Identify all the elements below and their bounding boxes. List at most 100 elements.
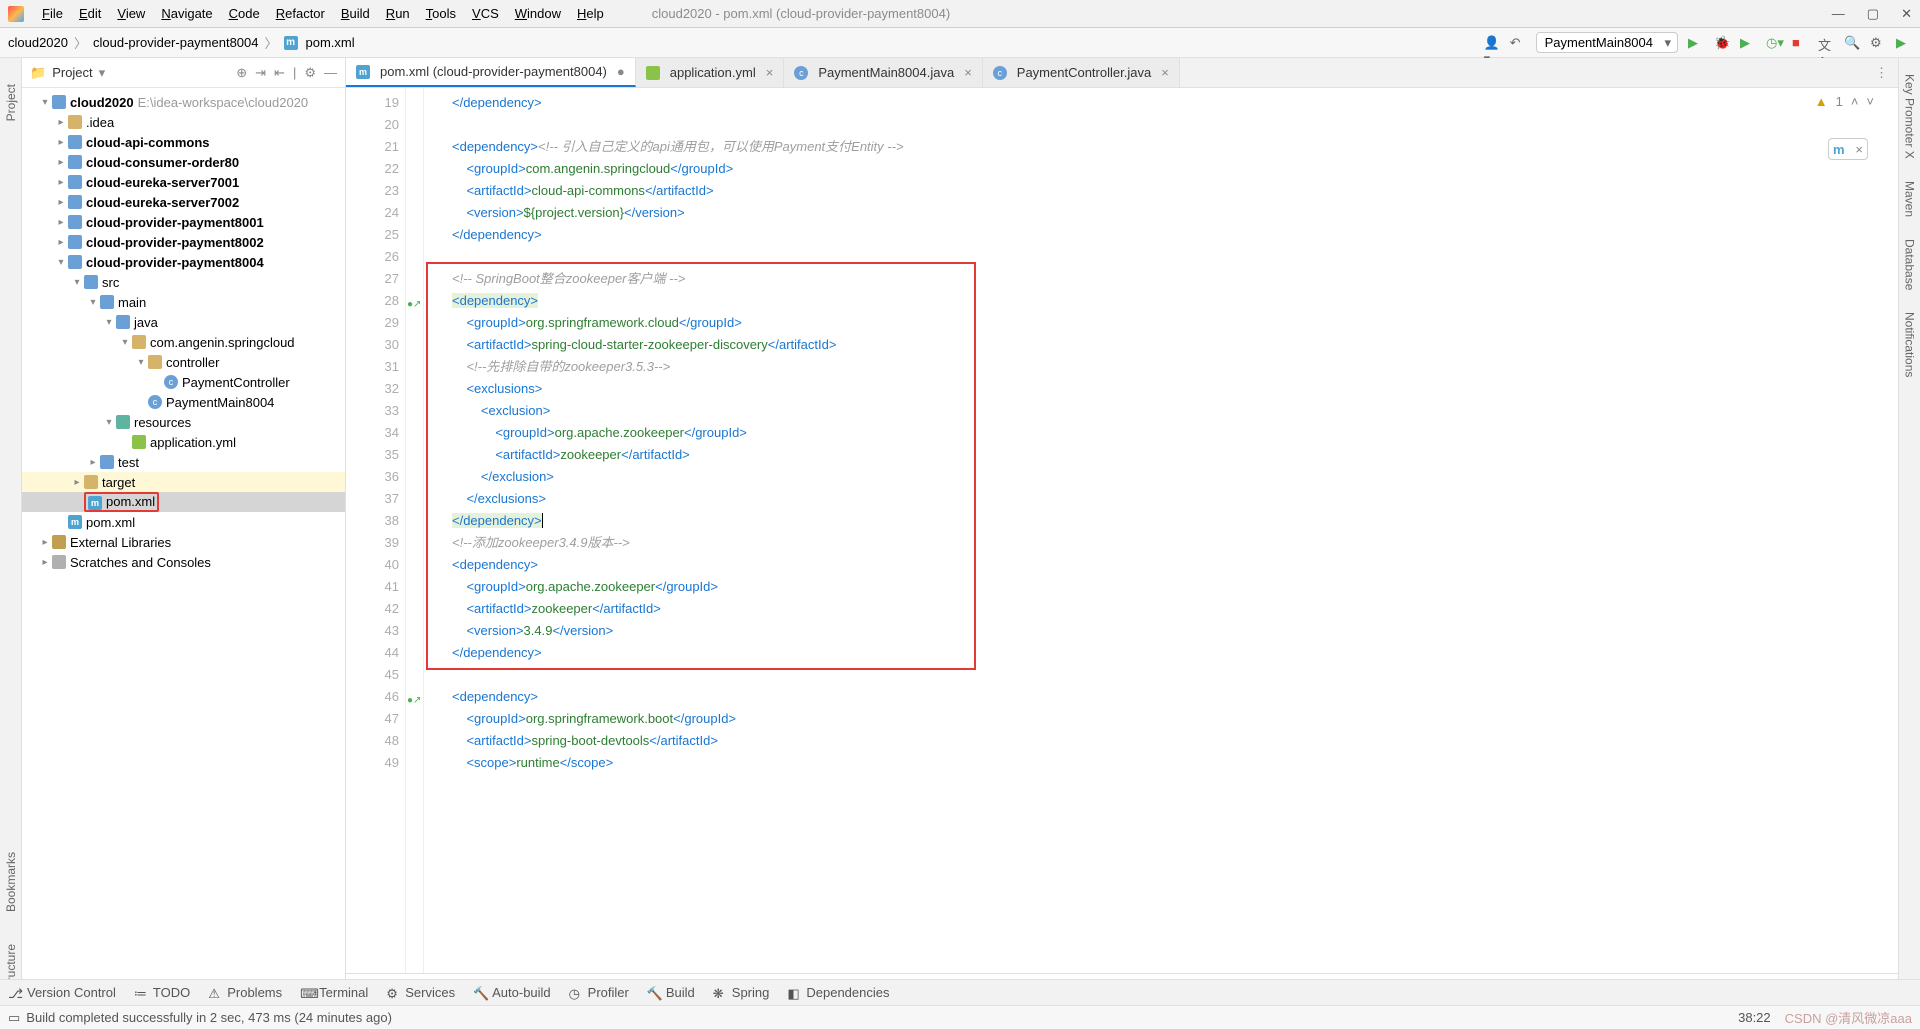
chevron-down-icon[interactable]: ▾ [86,297,100,308]
line-number[interactable]: 23 [346,180,399,202]
toolwindow-version-control[interactable]: ⎇Version Control [8,985,116,1000]
chevron-down-icon[interactable]: ▾ [54,257,68,268]
line-number[interactable]: 46●↗ [346,686,399,708]
debug-icon[interactable]: 🐞 [1714,35,1730,51]
tree-row[interactable]: ▸Scratches and Consoles [22,552,345,572]
menu-tools[interactable]: Tools [418,6,464,21]
collapse-all-icon[interactable]: ⇤ [274,65,285,81]
maximize-icon[interactable]: ▢ [1867,6,1879,22]
add-user-icon[interactable]: 👤▾ [1484,35,1500,51]
code-line[interactable]: <!-- SpringBoot整合zookeeper客户端 --> [452,268,1898,290]
run-icon[interactable]: ▶ [1688,35,1704,51]
dirty-indicator-icon[interactable]: ● [617,64,625,79]
chevron-right-icon[interactable]: ▸ [54,217,68,228]
code-line[interactable] [452,664,1898,686]
code-line[interactable]: <dependency><!-- 引入自己定义的api通用包，可以使用Payme… [452,136,1898,158]
stripe-bookmarks[interactable]: Bookmarks [4,846,18,918]
close-icon[interactable]: ✕ [1901,6,1912,22]
code-line[interactable]: </dependency> [452,92,1898,114]
close-tab-icon[interactable]: × [964,65,972,80]
code-line[interactable]: <artifactId>spring-boot-devtools</artifa… [452,730,1898,752]
tree-row[interactable]: ▾cloud-provider-payment8004 [22,252,345,272]
chevron-down-icon[interactable]: ▾ [102,317,116,328]
code-line[interactable]: <artifactId>zookeeper</artifactId> [452,598,1898,620]
tree-row[interactable]: ▾src [22,272,345,292]
tree-row[interactable]: ▸cloud-eureka-server7001 [22,172,345,192]
stripe-notifications[interactable]: Notifications [1903,306,1917,383]
tree-row[interactable]: ▸test [22,452,345,472]
search-icon[interactable]: 🔍 [1844,35,1860,51]
chevron-right-icon[interactable]: ▸ [54,117,68,128]
line-number[interactable]: 25 [346,224,399,246]
close-tab-icon[interactable]: × [766,65,774,80]
code-line[interactable]: </exclusion> [452,466,1898,488]
line-number[interactable]: 32 [346,378,399,400]
tree-row[interactable]: ▾main [22,292,345,312]
code-line[interactable]: <groupId>org.apache.zookeeper</groupId> [452,422,1898,444]
tree-row[interactable]: mpom.xml [22,512,345,532]
code-line[interactable]: <version>${project.version}</version> [452,202,1898,224]
run-anything-icon[interactable]: ▶ [1896,35,1912,51]
code-line[interactable]: <version>3.4.9</version> [452,620,1898,642]
code-line[interactable]: <artifactId>cloud-api-commons</artifactI… [452,180,1898,202]
toolwindow-dependencies[interactable]: ◧Dependencies [787,985,889,1000]
line-number[interactable]: 45 [346,664,399,686]
tree-row[interactable]: ▸.idea [22,112,345,132]
editor-tab[interactable]: application.yml× [636,58,785,87]
tree-row[interactable]: cPaymentController [22,372,345,392]
editor-body[interactable]: 19202122232425262728●↗293031323334353637… [346,88,1898,973]
project-tree[interactable]: ▾cloud2020E:\idea-workspace\cloud2020▸.i… [22,88,345,999]
line-number[interactable]: 26 [346,246,399,268]
line-number[interactable]: 31 [346,356,399,378]
toolwindow-spring[interactable]: ❋Spring [713,985,770,1000]
code-line[interactable] [452,246,1898,268]
chevron-right-icon[interactable]: ▸ [38,557,52,568]
line-number[interactable]: 39 [346,532,399,554]
menu-run[interactable]: Run [378,6,418,21]
menu-vcs[interactable]: VCS [464,6,507,21]
code-line[interactable]: <groupId>org.apache.zookeeper</groupId> [452,576,1898,598]
code-line[interactable]: <!--添加zookeeper3.4.9版本--> [452,532,1898,554]
line-number[interactable]: 22 [346,158,399,180]
code-line[interactable]: <artifactId>zookeeper</artifactId> [452,444,1898,466]
close-tab-icon[interactable]: × [1161,65,1169,80]
back-arrow-icon[interactable]: ↶ [1510,35,1526,51]
code-line[interactable]: <!--先排除自带的zookeeper3.5.3--> [452,356,1898,378]
breadcrumb-part[interactable]: cloud2020 [8,35,68,50]
tree-row[interactable]: ▸cloud-api-commons [22,132,345,152]
translate-icon[interactable]: 文A [1818,35,1834,51]
chevron-down-icon[interactable]: ▾ [134,357,148,368]
editor-tab[interactable]: cPaymentMain8004.java× [784,58,982,87]
fold-gutter[interactable] [406,88,424,973]
line-number[interactable]: 42 [346,598,399,620]
code-line[interactable]: <groupId>com.angenin.springcloud</groupI… [452,158,1898,180]
code-line[interactable]: <exclusions> [452,378,1898,400]
locate-icon[interactable]: ⊕ [236,65,247,81]
line-number[interactable]: 27 [346,268,399,290]
stripe-database[interactable]: Database [1903,233,1917,296]
line-number[interactable]: 33 [346,400,399,422]
tree-row[interactable]: ▾controller [22,352,345,372]
toolwindow-profiler[interactable]: ◷Profiler [569,985,629,1000]
stop-icon[interactable]: ■ [1792,35,1808,51]
tree-row[interactable]: ▾com.angenin.springcloud [22,332,345,352]
hide-icon[interactable]: — [324,65,337,81]
tree-row[interactable]: ▸cloud-provider-payment8002 [22,232,345,252]
code-line[interactable] [452,114,1898,136]
toolwindow-terminal[interactable]: ⌨Terminal [300,985,368,1000]
stripe-project[interactable]: Project [4,78,18,127]
tree-row[interactable]: ▾cloud2020E:\idea-workspace\cloud2020 [22,92,345,112]
line-number[interactable]: 37 [346,488,399,510]
stripe-key-promoter[interactable]: Key Promoter X [1903,68,1917,165]
code-line[interactable]: <dependency> [452,290,1898,312]
line-number[interactable]: 19 [346,92,399,114]
inspection-widget[interactable]: ▲ 1 ˄ ˅ [1815,94,1874,109]
code-area[interactable]: </dependency> <dependency><!-- 引入自己定义的api… [424,88,1898,973]
code-line[interactable]: <exclusion> [452,400,1898,422]
code-line[interactable]: <scope>runtime</scope> [452,752,1898,774]
gear-icon[interactable]: ⚙ [304,65,316,81]
coverage-icon[interactable]: ▶ [1740,35,1756,51]
chevron-right-icon[interactable]: ▸ [54,157,68,168]
chevron-right-icon[interactable]: ▸ [86,457,100,468]
toolwindow-services[interactable]: ⚙Services [386,985,455,1000]
